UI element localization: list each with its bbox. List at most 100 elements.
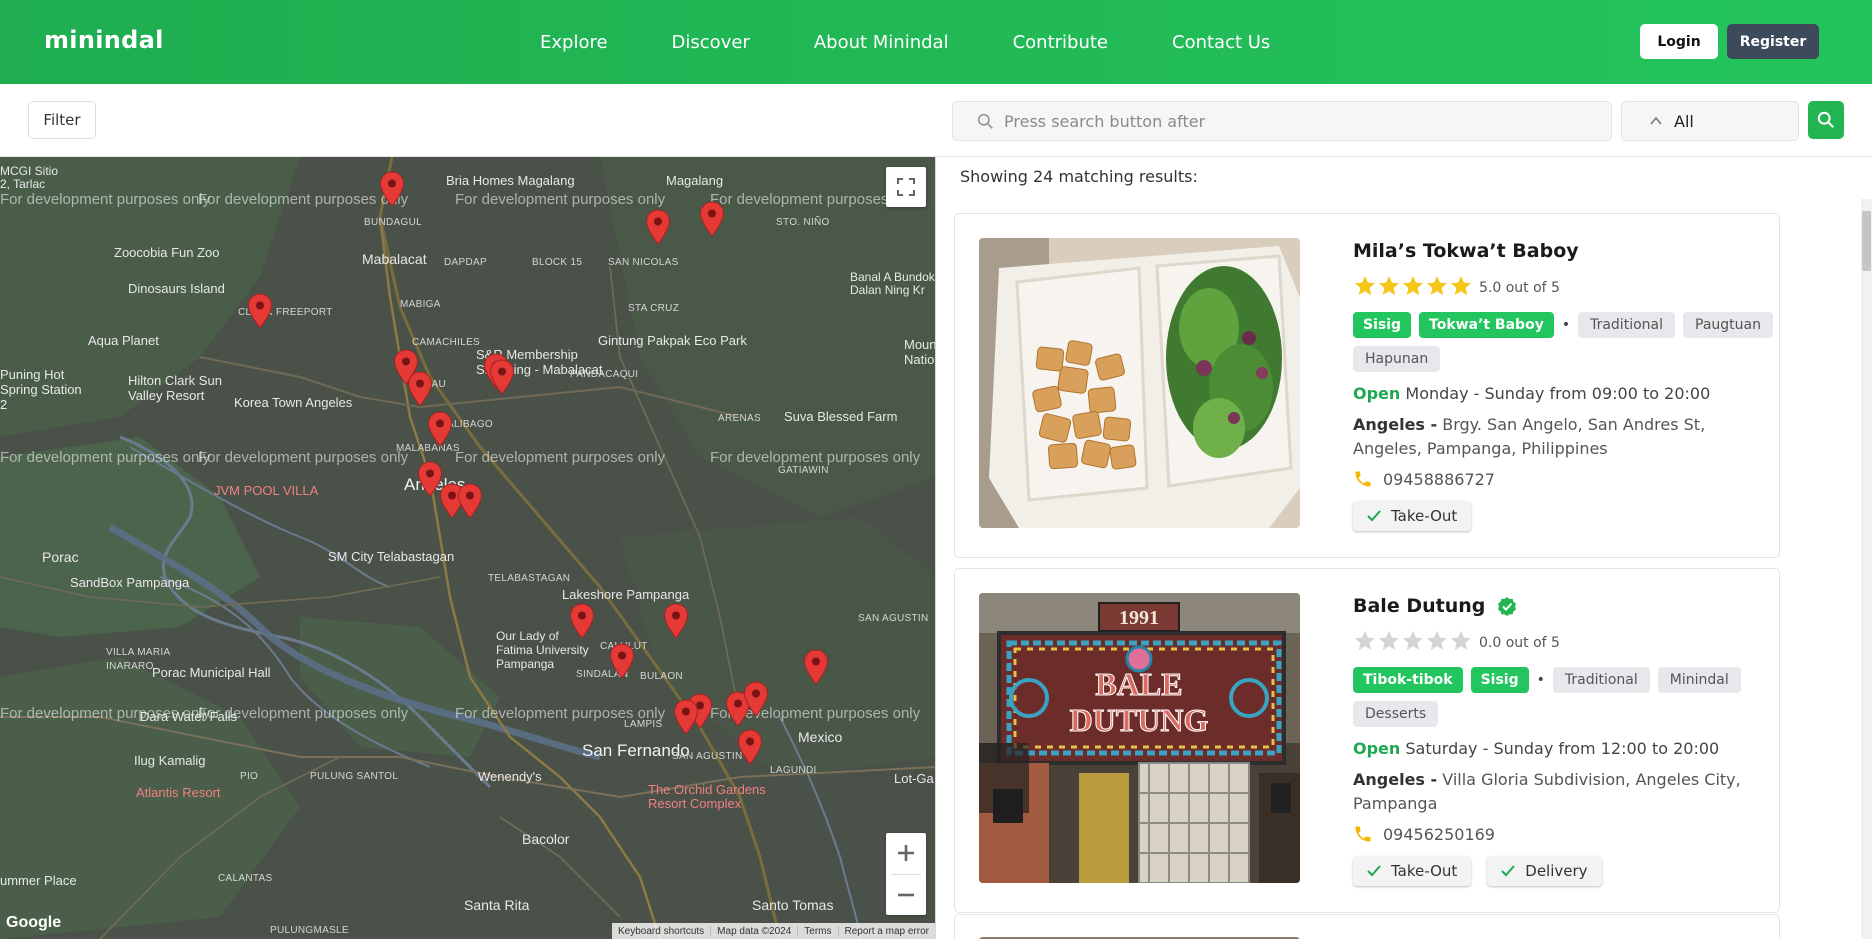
map-label: Banal A Bundok Dalan Ning Kr bbox=[850, 270, 935, 297]
map-label: BLOCK 15 bbox=[532, 257, 583, 268]
map-marker-icon[interactable] bbox=[247, 293, 273, 329]
map-label: PULUNG SANTOL bbox=[310, 771, 399, 782]
result-card[interactable]: 1991 BALE DUTUNG Bale Dutung 0.0 out of … bbox=[954, 568, 1780, 913]
terms-link[interactable]: Terms bbox=[798, 925, 839, 937]
nav-discover[interactable]: Discover bbox=[672, 32, 750, 53]
results-count: Showing 24 matching results: bbox=[960, 167, 1198, 186]
filter-button[interactable]: Filter bbox=[28, 101, 96, 139]
tag-secondary[interactable]: Minindal bbox=[1657, 667, 1741, 693]
dev-watermark: For development purposes only bbox=[198, 191, 409, 208]
map-marker-icon[interactable] bbox=[407, 371, 433, 407]
phone-number[interactable]: 09456250169 bbox=[1383, 825, 1495, 844]
result-card[interactable]: Mila’s Tokwa’t Baboy 5.0 out of 5 Sisig … bbox=[954, 213, 1780, 558]
brand-logo[interactable]: minindal bbox=[44, 26, 164, 54]
map-label: Santa Rita bbox=[464, 897, 530, 913]
map-marker-icon[interactable] bbox=[609, 643, 635, 679]
map-marker-icon[interactable] bbox=[457, 483, 483, 519]
tag-list: Tibok-tibok Sisig • Traditional Minindal… bbox=[1353, 667, 1773, 727]
zoom-in-button[interactable] bbox=[886, 833, 926, 874]
map-marker-icon[interactable] bbox=[663, 603, 689, 639]
map-label: Gintung Pakpak Eco Park bbox=[598, 333, 747, 348]
type-select[interactable]: All bbox=[1621, 101, 1799, 141]
result-name-text: Mila’s Tokwa’t Baboy bbox=[1353, 240, 1579, 262]
tag-secondary[interactable]: Traditional bbox=[1578, 312, 1675, 338]
map-marker-icon[interactable] bbox=[743, 681, 769, 717]
nav-explore[interactable]: Explore bbox=[540, 32, 608, 53]
map[interactable]: For development purposes only For develo… bbox=[0, 157, 936, 939]
service-label: Delivery bbox=[1525, 862, 1588, 880]
tag-primary[interactable]: Tibok-tibok bbox=[1353, 667, 1463, 693]
map-label: Lakeshore Pampanga bbox=[562, 587, 690, 602]
map-marker-icon[interactable] bbox=[427, 411, 453, 447]
map-data-text: Map data ©2024 bbox=[711, 925, 799, 937]
service-list: Take-Out Delivery bbox=[1353, 856, 1773, 886]
map-label: ARENAS bbox=[718, 413, 761, 424]
nav-about[interactable]: About Minindal bbox=[814, 32, 949, 53]
phone: 09458886727 bbox=[1353, 469, 1773, 489]
result-name-text: Bale Dutung bbox=[1353, 595, 1486, 617]
sign-year: 1991 bbox=[1119, 607, 1159, 629]
nav-contribute[interactable]: Contribute bbox=[1013, 32, 1108, 53]
service-label: Take-Out bbox=[1391, 862, 1458, 880]
rating-stars bbox=[1353, 629, 1473, 657]
keyboard-shortcuts-link[interactable]: Keyboard shortcuts bbox=[612, 925, 712, 937]
opening-hours: Open Saturday - Sunday from 12:00 to 20:… bbox=[1353, 739, 1773, 758]
map-marker-icon[interactable] bbox=[489, 359, 515, 395]
map-marker-icon[interactable] bbox=[737, 729, 763, 765]
result-image[interactable]: 1991 BALE DUTUNG bbox=[979, 593, 1300, 883]
result-name[interactable]: Mila’s Tokwa’t Baboy bbox=[1353, 240, 1773, 262]
map-label: CALANTAS bbox=[218, 873, 273, 884]
fullscreen-button[interactable] bbox=[886, 167, 926, 207]
fullscreen-icon bbox=[897, 178, 915, 196]
login-button[interactable]: Login bbox=[1640, 24, 1718, 59]
map-label: BUNDAGUL bbox=[364, 217, 422, 228]
map-marker-icon[interactable] bbox=[569, 603, 595, 639]
open-days: Monday - Sunday bbox=[1405, 384, 1545, 403]
search-submit-button[interactable] bbox=[1808, 101, 1844, 139]
map-label: GATIAWIN bbox=[778, 465, 829, 476]
tag-secondary[interactable]: Desserts bbox=[1353, 701, 1439, 727]
tag-secondary[interactable]: Traditional bbox=[1552, 667, 1650, 693]
from-word: from bbox=[1549, 384, 1587, 403]
map-marker-icon[interactable] bbox=[699, 201, 725, 237]
search-input[interactable] bbox=[1004, 111, 1564, 131]
service-list: Take-Out bbox=[1353, 501, 1773, 531]
map-label: Dinosaurs Island bbox=[128, 281, 225, 296]
service-delivery: Delivery bbox=[1487, 856, 1602, 886]
results-scrollbar[interactable] bbox=[1861, 199, 1872, 939]
map-label: SAN NICOLAS bbox=[608, 257, 679, 268]
phone-icon bbox=[1355, 826, 1371, 842]
tag-primary[interactable]: Sisig bbox=[1353, 312, 1412, 338]
phone-icon bbox=[1355, 471, 1371, 487]
map-label: JVM POOL VILLA bbox=[214, 483, 319, 498]
star-icon bbox=[1427, 631, 1447, 650]
result-name[interactable]: Bale Dutung bbox=[1353, 595, 1773, 617]
map-label: Atlantis Resort bbox=[136, 785, 221, 800]
map-marker-icon[interactable] bbox=[645, 209, 671, 245]
to-word: to bbox=[1651, 739, 1668, 758]
tag-secondary[interactable]: Hapunan bbox=[1353, 346, 1441, 372]
tag-primary[interactable]: Sisig bbox=[1470, 667, 1529, 693]
result-image[interactable] bbox=[979, 238, 1300, 528]
rating-text: 0.0 out of 5 bbox=[1479, 635, 1560, 651]
tag-primary[interactable]: Tokwa’t Baboy bbox=[1419, 312, 1554, 338]
opening-hours: Open Monday - Sunday from 09:00 to 20:00 bbox=[1353, 384, 1773, 403]
zoom-out-button[interactable] bbox=[886, 874, 926, 915]
map-label: SandBox Pampanga bbox=[70, 575, 190, 590]
map-label: SM City Telabastagan bbox=[328, 549, 455, 564]
result-card[interactable] bbox=[954, 914, 1780, 939]
report-error-link[interactable]: Report a map error bbox=[839, 926, 935, 937]
map-marker-icon[interactable] bbox=[803, 649, 829, 685]
nav-contact[interactable]: Contact Us bbox=[1172, 32, 1270, 53]
map-marker-icon[interactable] bbox=[379, 171, 405, 207]
map-marker-icon[interactable] bbox=[673, 699, 699, 735]
type-select-value: All bbox=[1674, 111, 1694, 131]
phone-number[interactable]: 09458886727 bbox=[1383, 470, 1495, 489]
star-icon bbox=[1403, 631, 1423, 650]
plus-icon bbox=[898, 845, 914, 862]
scrollbar-thumb[interactable] bbox=[1862, 211, 1871, 271]
tag-secondary[interactable]: Paugtuan bbox=[1683, 312, 1773, 338]
map-label: PIO bbox=[240, 771, 259, 782]
register-button[interactable]: Register bbox=[1727, 24, 1819, 59]
map-label: DAPDAP bbox=[444, 257, 487, 268]
